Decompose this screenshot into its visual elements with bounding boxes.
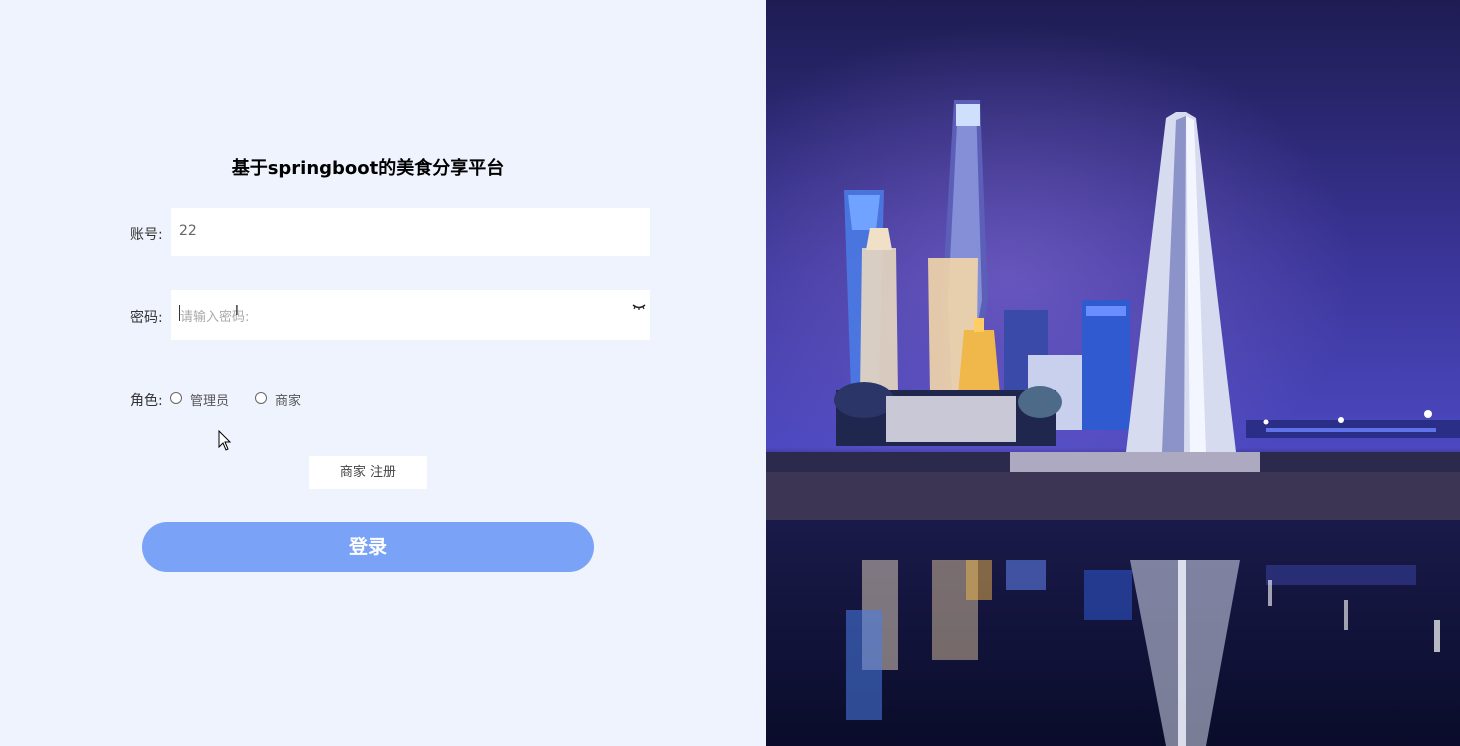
page-title: 基于springboot的美食分享平台 — [231, 158, 505, 179]
radio-merchant-label[interactable]: 商家 — [275, 390, 301, 409]
city-night-image — [766, 0, 1460, 746]
login-page: 基于springboot的美食分享平台 账号: 22 密码: 请输入密码: I … — [0, 0, 1460, 746]
skyline-illustration — [766, 0, 1460, 746]
radio-admin[interactable] — [170, 392, 182, 404]
password-label: 密码: — [130, 310, 163, 326]
role-label: 角色: — [130, 393, 163, 409]
account-input[interactable]: 22 — [171, 208, 650, 256]
radio-merchant[interactable] — [255, 392, 267, 404]
ibeam-cursor-icon: I — [235, 304, 239, 319]
mouse-pointer-icon — [218, 430, 232, 451]
login-panel: 基于springboot的美食分享平台 账号: 22 密码: 请输入密码: I … — [0, 0, 766, 746]
merchant-register-button[interactable]: 商家 注册 — [309, 456, 427, 489]
login-button[interactable]: 登录 — [142, 522, 594, 572]
radio-admin-label[interactable]: 管理员 — [190, 390, 229, 409]
account-label: 账号: — [130, 227, 163, 243]
eye-closed-icon[interactable] — [632, 302, 646, 312]
password-placeholder: 请输入密码: — [180, 310, 250, 325]
account-value: 22 — [179, 223, 197, 239]
password-input[interactable]: 请输入密码: I — [171, 290, 650, 340]
text-caret — [179, 305, 180, 321]
